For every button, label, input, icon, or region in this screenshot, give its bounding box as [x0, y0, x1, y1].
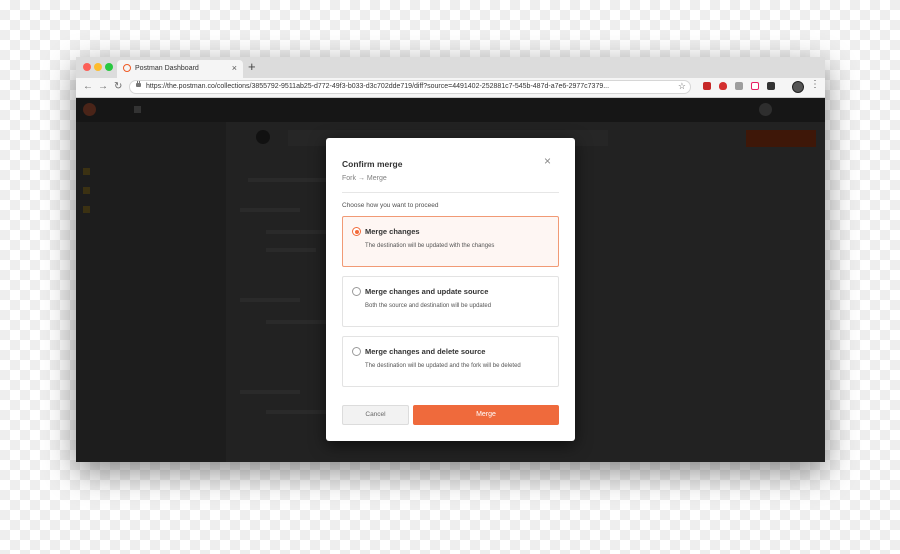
option-label: Merge changes and update source [365, 287, 489, 296]
tab-bar: Postman Dashboard × + [76, 57, 825, 78]
placeholder-line [248, 178, 328, 182]
dialog-prompt: Choose how you want to proceed [342, 202, 439, 209]
postman-logo-icon [83, 103, 96, 116]
reload-icon[interactable]: ↻ [114, 81, 122, 92]
back-icon[interactable]: ← [83, 81, 93, 92]
option-merge-delete-source[interactable]: Merge changes and delete source The dest… [342, 336, 559, 387]
extension-icon[interactable] [703, 82, 711, 90]
extension-icon[interactable] [751, 82, 759, 90]
user-avatar [759, 103, 772, 116]
sidebar-row [76, 181, 226, 200]
cancel-button[interactable]: Cancel [342, 405, 409, 425]
minimize-window-button[interactable] [94, 63, 102, 71]
option-description: The destination will be updated with the… [365, 243, 495, 249]
change-marker [83, 206, 90, 213]
divider [342, 192, 559, 193]
forward-icon[interactable]: → [98, 81, 108, 92]
dialog-title: Confirm merge [342, 159, 403, 169]
profile-avatar-icon[interactable] [792, 81, 804, 93]
confirm-merge-dialog: Confirm merge Fork → Merge × Choose how … [326, 138, 575, 441]
sidebar-row [76, 238, 226, 257]
maximize-window-button[interactable] [105, 63, 113, 71]
merge-button[interactable]: Merge [413, 405, 559, 425]
address-bar: ← → ↻ https://the.postman.co/collections… [76, 78, 825, 98]
placeholder-line [240, 208, 300, 212]
url-text: https://the.postman.co/collections/38557… [146, 83, 610, 90]
tab-close-icon[interactable]: × [232, 63, 237, 73]
browser-menu-icon[interactable]: ⋮ [810, 79, 820, 90]
change-marker [83, 168, 90, 175]
browser-tab[interactable]: Postman Dashboard × [117, 60, 243, 78]
app-header [76, 98, 825, 122]
sidebar-row [76, 219, 226, 238]
option-merge-changes[interactable]: Merge changes The destination will be up… [342, 216, 559, 267]
new-tab-button[interactable]: + [248, 59, 256, 74]
placeholder-line [240, 298, 300, 302]
dimmed-sidebar [76, 122, 226, 462]
sidebar-row [76, 162, 226, 181]
option-label: Merge changes [365, 227, 420, 236]
change-marker [83, 187, 90, 194]
dialog-subtitle: Fork → Merge [342, 175, 387, 182]
extension-icon[interactable] [735, 82, 743, 90]
workspace-grid-icon [134, 106, 141, 113]
browser-window: Postman Dashboard × + ← → ↻ https://the.… [76, 57, 825, 462]
close-icon[interactable]: × [544, 155, 551, 167]
author-avatar [256, 130, 270, 144]
option-label: Merge changes and delete source [365, 347, 486, 356]
dimmed-merge-button [746, 130, 816, 147]
lock-icon [136, 81, 141, 87]
radio-unselected-icon[interactable] [352, 347, 361, 356]
close-window-button[interactable] [83, 63, 91, 71]
postman-favicon-icon [123, 64, 131, 72]
extension-icon[interactable] [767, 82, 775, 90]
placeholder-line [266, 248, 316, 252]
placeholder-line [240, 390, 300, 394]
option-merge-update-source[interactable]: Merge changes and update source Both the… [342, 276, 559, 327]
sidebar-row [76, 200, 226, 219]
radio-selected-icon[interactable] [352, 227, 361, 236]
tab-title: Postman Dashboard [135, 65, 199, 72]
extension-shield-icon[interactable] [719, 82, 727, 90]
url-input[interactable]: https://the.postman.co/collections/38557… [129, 80, 691, 94]
option-description: Both the source and destination will be … [365, 303, 492, 309]
bookmark-star-icon[interactable]: ☆ [678, 81, 686, 92]
radio-unselected-icon[interactable] [352, 287, 361, 296]
option-description: The destination will be updated and the … [365, 363, 521, 369]
